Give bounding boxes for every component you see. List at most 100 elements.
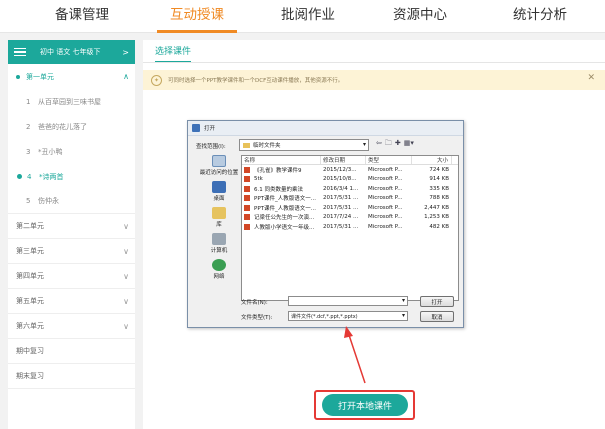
course-selector: 初中 语文 七年级下 xyxy=(40,48,101,56)
filename-input[interactable]: ▾ xyxy=(288,296,408,306)
dialog-title: 打开 xyxy=(204,126,216,132)
lesson-number: 3 xyxy=(26,147,31,156)
sidebar: 初中 语文 七年级下 > 第一单元 ∧ 1 从百草园到三味书屋 2 爸爸的花儿落… xyxy=(8,40,135,429)
file-name: 记梁任公先生的一次演... xyxy=(242,213,321,221)
file-row[interactable]: 记梁任公先生的一次演... 2017/7/24 ... Microsoft P...… xyxy=(242,213,458,223)
look-in-select[interactable]: 临时文件夹 ▾ xyxy=(239,139,369,151)
sidebar-unit-6[interactable]: 第六单元 ∨ xyxy=(8,314,135,339)
unit-label: 第四单元 xyxy=(16,272,44,280)
dropdown-arrow-icon: ▾ xyxy=(401,297,405,304)
column-date[interactable]: 修改日期 xyxy=(321,156,366,164)
file-row[interactable]: PPT课件_人教版语文一... 2017/5/31 ... Microsoft P.… xyxy=(242,203,458,213)
computer-icon xyxy=(212,233,226,245)
dropdown-arrow-icon: ▾ xyxy=(401,312,405,319)
chevron-down-icon: ∨ xyxy=(123,271,129,281)
column-name[interactable]: 名称 xyxy=(242,156,321,164)
sidebar-unit-5[interactable]: 第五单元 ∨ xyxy=(8,289,135,314)
file-row[interactable]: PPT课件_人教版语文一... 2017/5/31 ... Microsoft P.… xyxy=(242,194,458,204)
file-list: 名称 修改日期 类型 大小 《孔雀》教学课件9 2015/12/3... Micro… xyxy=(241,155,459,301)
lesson-title: *丑小鸭 xyxy=(38,147,63,156)
sidebar-header[interactable]: 初中 语文 七年级下 > xyxy=(8,40,135,64)
notice-bar: ✦ 可同时选择一个PPT教学课件和一个DCF互动课件播放，其他资源不行。 ✕ xyxy=(143,70,605,90)
folder-icon xyxy=(243,142,250,148)
file-date: 2017/5/31 ... xyxy=(323,204,359,211)
tab-lesson-prep[interactable]: 备课管理 xyxy=(40,0,124,33)
chevron-down-icon: ∨ xyxy=(123,296,129,306)
ppt-file-icon xyxy=(244,214,250,221)
lesson-item[interactable]: 3 *丑小鸭 xyxy=(8,139,135,164)
chevron-up-icon: ∧ xyxy=(123,72,129,81)
dialog-toolbar: ⇦ 🗀 ✚ ▦▾ xyxy=(376,139,414,150)
filetype-value: 课件文件(*.dcf,*.ppt,*.pptx) xyxy=(291,313,358,320)
file-name-text: PPT课件_人教版语文一... xyxy=(254,205,316,212)
sidebar-unit-2[interactable]: 第二单元 ∨ xyxy=(8,214,135,239)
ppt-file-icon xyxy=(244,195,250,202)
file-type: Microsoft P... xyxy=(368,214,403,221)
close-icon[interactable]: ✕ xyxy=(587,73,595,83)
lesson-item-active[interactable]: 4 *诗两首 xyxy=(8,164,135,189)
tab-resource-center[interactable]: 资源中心 xyxy=(380,0,460,33)
file-date: 2016/3/4 1... xyxy=(323,185,359,192)
place-label: 网络 xyxy=(213,274,225,280)
sidebar-midterm-review[interactable]: 期中复习 xyxy=(8,339,135,364)
sidebar-unit-1[interactable]: 第一单元 ∧ xyxy=(8,64,135,89)
place-network[interactable]: 网络 xyxy=(196,259,242,280)
sidebar-unit-3[interactable]: 第三单元 ∨ xyxy=(8,239,135,264)
filetype-select[interactable]: 课件文件(*.dcf,*.ppt,*.pptx) ▾ xyxy=(288,311,408,321)
file-row[interactable]: 5tk 2015/10/8... Microsoft P... 914 KB xyxy=(242,175,458,185)
lesson-title: 从百草园到三味书屋 xyxy=(38,97,101,106)
tab-grade-homework[interactable]: 批阅作业 xyxy=(268,0,348,33)
lesson-title: 爸爸的花儿落了 xyxy=(38,122,87,131)
file-size: 2,447 KB xyxy=(424,204,449,211)
place-recent[interactable]: 最近访问的位置 xyxy=(196,155,242,176)
cancel-button[interactable]: 取消 xyxy=(420,311,454,322)
place-computer[interactable]: 计算机 xyxy=(196,233,242,254)
place-label: 最近访问的位置 xyxy=(199,170,239,176)
lesson-number: 1 xyxy=(26,97,31,106)
new-folder-icon[interactable]: ✚ xyxy=(395,139,401,150)
file-name-text: PPT课件_人教版语文一... xyxy=(254,196,316,203)
unit-label: 第五单元 xyxy=(16,297,44,305)
file-name-text: 5tk xyxy=(254,176,263,183)
open-local-courseware-button[interactable]: 打开本地课件 xyxy=(322,394,408,416)
dialog-titlebar: 打开 xyxy=(188,121,463,136)
ppt-file-icon xyxy=(244,166,250,173)
tab-interactive-teaching[interactable]: 互动授课 xyxy=(157,0,237,33)
chevron-down-icon: ∨ xyxy=(123,321,129,331)
file-name-text: 记梁任公先生的一次演... xyxy=(254,215,315,222)
app-icon xyxy=(192,124,200,132)
menu-icon[interactable] xyxy=(14,46,26,59)
file-row[interactable]: 《孔雀》教学课件9 2015/12/3... Microsoft P... 724 K… xyxy=(242,165,458,175)
tab-statistics[interactable]: 统计分析 xyxy=(498,0,582,33)
place-label: 桌面 xyxy=(213,196,225,202)
file-row[interactable]: 6.1 同类数量的乘法 2016/3/4 1... Microsoft P... 33… xyxy=(242,184,458,194)
lesson-item[interactable]: 2 爸爸的花儿落了 xyxy=(8,114,135,139)
desktop-icon xyxy=(212,181,226,193)
file-type: Microsoft P... xyxy=(368,185,403,192)
tab-select-courseware[interactable]: 选择课件 xyxy=(155,44,192,63)
file-type: Microsoft P... xyxy=(368,223,403,230)
lesson-item[interactable]: 1 从百草园到三味书屋 xyxy=(8,89,135,114)
file-date: 2017/7/24 ... xyxy=(323,214,359,221)
file-name: 人教版小学语文一年级... xyxy=(242,223,321,231)
ppt-file-icon xyxy=(244,176,250,183)
back-icon[interactable]: ⇦ xyxy=(376,139,382,150)
lesson-item[interactable]: 5 伤仲永 xyxy=(8,189,135,214)
column-type[interactable]: 类型 xyxy=(366,156,412,164)
up-folder-icon[interactable]: 🗀 xyxy=(385,139,392,150)
place-libraries[interactable]: 库 xyxy=(196,207,242,228)
ppt-file-icon xyxy=(244,185,250,192)
view-menu-icon[interactable]: ▦▾ xyxy=(404,139,414,150)
lightbulb-icon: ✦ xyxy=(151,74,162,86)
sidebar-unit-4[interactable]: 第四单元 ∨ xyxy=(8,264,135,289)
sidebar-final-review[interactable]: 期末复习 xyxy=(8,364,135,389)
file-date: 2017/5/31 ... xyxy=(323,195,359,202)
place-desktop[interactable]: 桌面 xyxy=(196,181,242,202)
open-button[interactable]: 打开 xyxy=(420,296,454,307)
unit-label: 第六单元 xyxy=(16,322,44,330)
file-size: 724 KB xyxy=(429,166,449,173)
file-type: Microsoft P... xyxy=(368,204,403,211)
recent-places-icon xyxy=(212,155,226,167)
file-row[interactable]: 人教版小学语文一年级... 2017/5/31 ... Microsoft P...… xyxy=(242,222,458,232)
column-size[interactable]: 大小 xyxy=(412,156,452,164)
